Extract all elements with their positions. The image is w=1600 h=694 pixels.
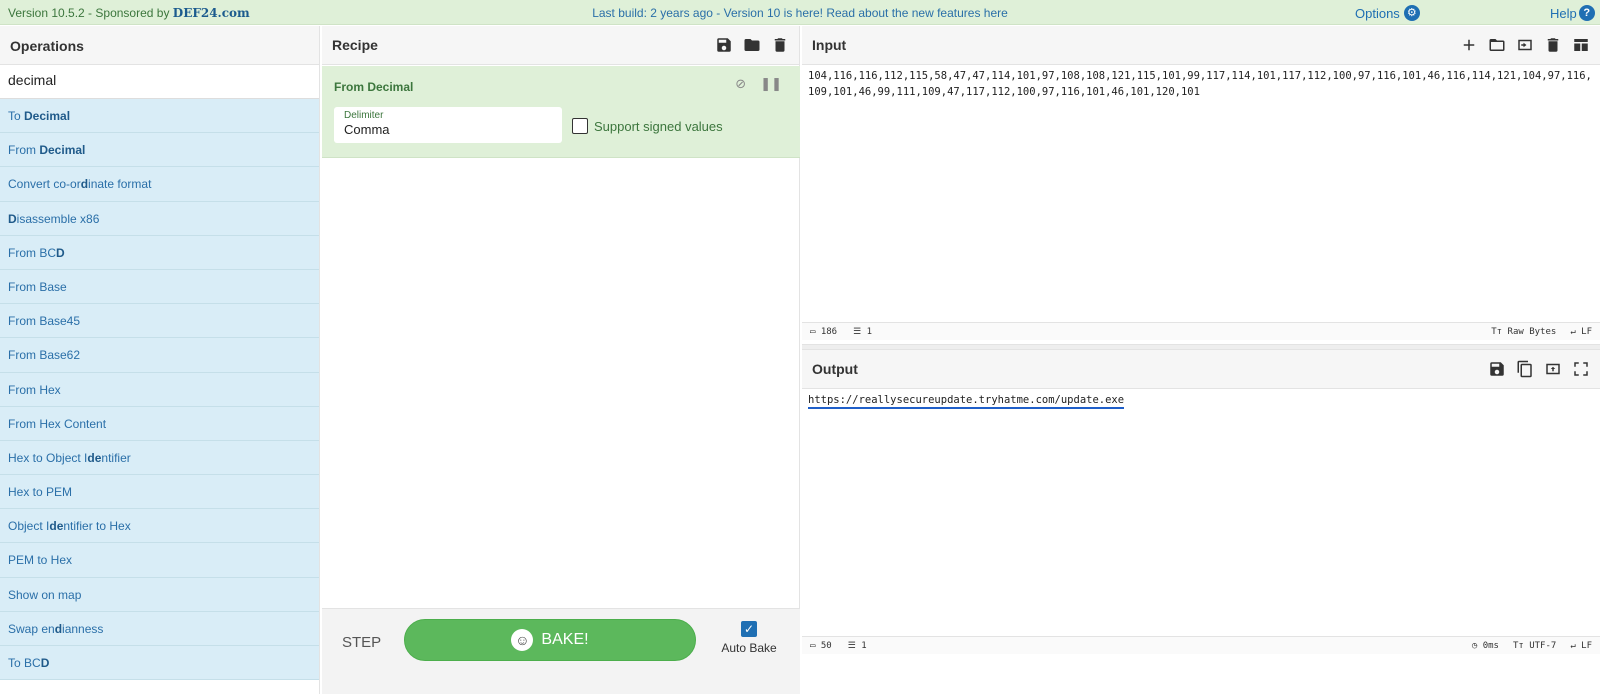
bake-button[interactable]: ☺ BAKE! <box>404 619 696 661</box>
operation-item[interactable]: Show on map <box>0 577 319 612</box>
delimiter-select[interactable]: Delimiter Comma <box>334 107 562 143</box>
operation-item[interactable]: To Decimal <box>0 99 319 134</box>
pause-icon[interactable]: ❚❚ <box>760 76 782 92</box>
operation-item[interactable]: From BCD <box>0 235 319 270</box>
open-file-icon[interactable] <box>1516 36 1534 54</box>
chef-icon: ☺ <box>511 629 534 651</box>
question-icon: ? <box>1578 5 1595 21</box>
save-icon[interactable] <box>715 36 733 54</box>
recipe-pane: Recipe From Decimal ⊘ ❚❚ Delimiter Comma… <box>322 26 800 694</box>
input-title: Input <box>812 37 847 53</box>
signed-checkbox[interactable] <box>572 118 588 134</box>
clear-input-icon[interactable] <box>1544 36 1562 54</box>
layout-icon[interactable] <box>1572 36 1590 54</box>
char-count: ▭ 186 <box>810 326 838 337</box>
recipe-header: Recipe <box>322 26 799 65</box>
plus-icon[interactable] <box>1460 36 1478 54</box>
operations-title: Operations <box>0 26 319 65</box>
operation-item[interactable]: PEM to Hex <box>0 543 319 578</box>
output-status-bar: ▭ 50 ☰ 1 ◷ 0ms Tт UTF-7 ↵ LF <box>802 636 1600 654</box>
signed-values-toggle[interactable]: Support signed values <box>572 118 723 134</box>
bake-bar: STEP ☺ BAKE! ✓ Auto Bake <box>322 608 800 694</box>
operation-item[interactable]: Hex to PEM <box>0 475 319 510</box>
folder-icon[interactable] <box>743 36 761 54</box>
recipe-title: Recipe <box>332 37 378 53</box>
step-button[interactable]: STEP <box>342 634 381 651</box>
line-count: ☰ 1 <box>853 326 873 337</box>
operation-item[interactable]: From Hex Content <box>0 406 319 441</box>
help-button[interactable]: Help ? <box>1550 5 1595 21</box>
input-encoding[interactable]: Tт Raw Bytes <box>1491 327 1556 337</box>
operations-pane: Operations decimal To Decimal From Decima… <box>0 26 320 694</box>
operation-item[interactable]: From Base62 <box>0 338 319 373</box>
output-line-count: ☰ 1 <box>847 640 867 651</box>
disable-icon[interactable]: ⊘ <box>735 76 746 92</box>
maximize-icon[interactable] <box>1572 360 1590 378</box>
operation-item[interactable]: Swap endianness <box>0 611 319 646</box>
bake-time: ◷ 0ms <box>1471 640 1499 651</box>
top-banner: Version 10.5.2 - Sponsored by DEF24.com … <box>0 0 1600 25</box>
output-encoding[interactable]: Tт UTF-7 <box>1513 641 1556 651</box>
output-char-count: ▭ 50 <box>810 640 832 651</box>
operation-item[interactable]: To BCD <box>0 646 319 681</box>
operation-item[interactable]: Object Identifier to Hex <box>0 509 319 544</box>
input-textarea[interactable]: 104,116,116,112,115,58,47,47,114,101,97,… <box>802 65 1600 325</box>
save-output-icon[interactable] <box>1488 360 1506 378</box>
trash-icon[interactable] <box>771 36 789 54</box>
input-header: Input <box>802 26 1600 65</box>
recipe-op-from-decimal[interactable]: From Decimal ⊘ ❚❚ Delimiter Comma Suppor… <box>322 66 800 158</box>
input-eol[interactable]: ↵ LF <box>1570 327 1592 337</box>
input-status-bar: ▭ 186 ☰ 1 Tт Raw Bytes ↵ LF <box>802 322 1600 340</box>
auto-bake-toggle[interactable]: ✓ Auto Bake <box>719 619 779 655</box>
operation-item[interactable]: Disassemble x86 <box>0 201 319 236</box>
operation-item[interactable]: Convert co-ordinate format <box>0 167 319 202</box>
options-button[interactable]: Options ⚙ <box>1355 5 1420 21</box>
output-text[interactable]: https://reallysecureupdate.tryhatme.com/… <box>802 389 1600 411</box>
op-title: From Decimal <box>334 80 414 94</box>
copy-icon[interactable] <box>1516 360 1534 378</box>
auto-bake-checkbox[interactable]: ✓ <box>741 621 757 637</box>
operation-item[interactable]: From Base <box>0 269 319 305</box>
output-title: Output <box>812 361 858 377</box>
gear-icon: ⚙ <box>1403 5 1420 21</box>
operations-list: To Decimal From Decimal Convert co-ordinat… <box>0 99 319 681</box>
operation-item[interactable]: From Hex <box>0 372 319 407</box>
operation-item[interactable]: From Base45 <box>0 304 319 339</box>
output-eol[interactable]: ↵ LF <box>1570 641 1592 651</box>
output-header: Output <box>802 350 1600 389</box>
replace-input-icon[interactable] <box>1544 360 1562 378</box>
open-folder-icon[interactable] <box>1488 36 1506 54</box>
output-pane: Output https://reallysecureupdate.tryhat… <box>802 350 1600 694</box>
input-pane: Input 104,116,116,112,115,58,47,47,114,1… <box>802 26 1600 344</box>
operation-item[interactable]: From Decimal <box>0 133 319 168</box>
search-input[interactable]: decimal <box>0 65 319 99</box>
operation-item[interactable]: Hex to Object Identifier <box>0 440 319 476</box>
